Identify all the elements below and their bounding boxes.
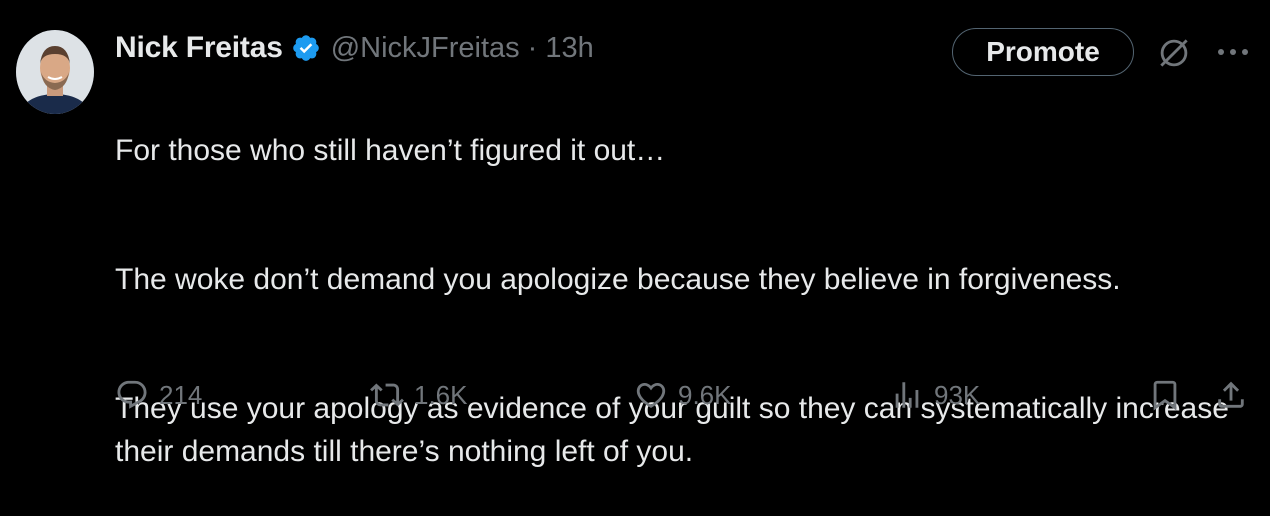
bookmark-icon	[1153, 380, 1177, 411]
verified-badge-icon[interactable]	[291, 33, 321, 63]
avatar-image	[16, 30, 94, 114]
repost-button[interactable]: 1.6K	[370, 378, 468, 412]
repost-icon	[370, 383, 404, 407]
author-display-name[interactable]: Nick Freitas	[115, 31, 283, 65]
reply-button[interactable]: 214	[115, 378, 202, 412]
author-handle[interactable]: @NickJFreitas	[331, 32, 520, 65]
share-button[interactable]	[1214, 378, 1248, 412]
like-count: 9.6K	[678, 379, 732, 410]
views-button[interactable]: 93K	[890, 378, 980, 412]
like-button[interactable]: 9.6K	[634, 378, 732, 412]
bookmark-button[interactable]	[1148, 378, 1182, 412]
more-dots-icon[interactable]	[1212, 40, 1254, 64]
tweet-timestamp[interactable]: 13h	[545, 32, 593, 65]
grok-icon[interactable]	[1155, 34, 1193, 72]
tweet-header: Nick Freitas @NickJFreitas · 13h	[115, 28, 594, 68]
tweet-card[interactable]: Nick Freitas @NickJFreitas · 13h Promote…	[0, 0, 1270, 468]
reply-icon	[117, 380, 147, 409]
tweet-text-line: The woke don’t demand you apologize beca…	[115, 263, 1121, 296]
tweet-body: For those who still haven’t figured it o…	[115, 86, 1255, 516]
promote-button[interactable]: Promote	[952, 28, 1134, 76]
heart-icon	[636, 382, 666, 408]
views-chart-icon	[895, 382, 919, 408]
header-separator: ·	[527, 31, 538, 64]
author-avatar[interactable]	[16, 30, 94, 114]
repost-count: 1.6K	[414, 379, 468, 410]
reply-count: 214	[159, 379, 203, 410]
tweet-action-bar: 214 1.6K 9.6K 93K	[0, 378, 1270, 418]
tweet-text-line: For those who still haven’t figured it o…	[115, 134, 666, 167]
share-icon	[1218, 381, 1244, 408]
views-count: 93K	[934, 379, 981, 410]
